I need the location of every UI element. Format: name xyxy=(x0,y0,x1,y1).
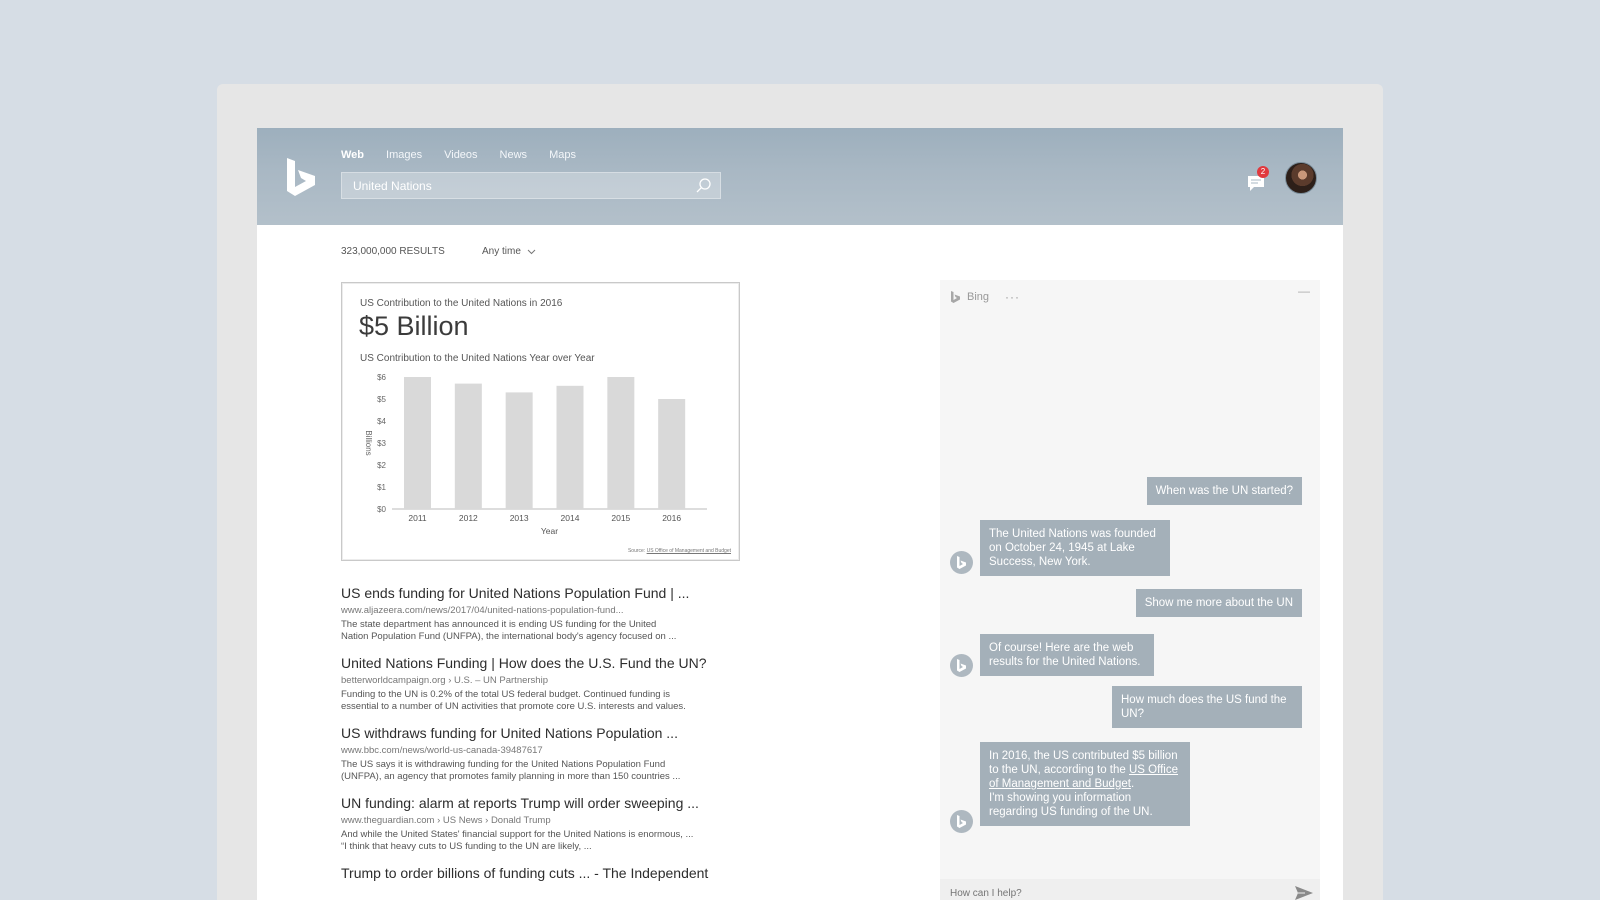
result-url: betterworldcampaign.org › U.S. – UN Part… xyxy=(341,675,548,686)
x-tick-label: 2014 xyxy=(561,513,580,523)
result-url: www.bbc.com/news/world-us-canada-3948761… xyxy=(341,745,543,756)
tab-images[interactable]: Images xyxy=(386,149,422,161)
user-message: How much does the US fund the UN? xyxy=(1112,686,1302,728)
y-tick-label: $3 xyxy=(377,439,386,448)
result-snippet-line: Nation Population Fund (UNFPA), the inte… xyxy=(341,631,677,642)
more-options-button[interactable]: ··· xyxy=(1005,290,1020,304)
tab-web[interactable]: Web xyxy=(341,149,364,161)
y-tick-label: $6 xyxy=(377,373,386,382)
result-snippet: Funding to the UN is 0.2% of the total U… xyxy=(341,689,761,713)
search-result: United Nations Funding | How does the U.… xyxy=(341,654,761,713)
chat-header: Bing ··· xyxy=(950,290,1020,304)
result-snippet: The US says it is withdrawing funding fo… xyxy=(341,759,761,783)
answer-card: US Contribution to the United Nations in… xyxy=(341,282,740,561)
x-tick-label: 2012 xyxy=(459,513,478,523)
y-tick-label: $2 xyxy=(377,461,386,470)
x-tick-label: 2013 xyxy=(510,513,529,523)
bing-logo-icon xyxy=(957,815,966,828)
bot-avatar xyxy=(950,810,973,833)
search-icon[interactable] xyxy=(695,177,712,194)
result-snippet: The state department has announced it is… xyxy=(341,619,761,643)
search-results-list: US ends funding for United Nations Popul… xyxy=(341,584,761,893)
tab-maps[interactable]: Maps xyxy=(549,149,576,161)
message-text: Of course! Here are the web results for … xyxy=(989,642,1141,668)
result-url: www.theguardian.com › US News › Donald T… xyxy=(341,815,551,826)
result-snippet-line: (UNFPA), an agency that promotes family … xyxy=(341,771,681,782)
bing-logo-icon xyxy=(957,659,966,672)
message-text: . xyxy=(1130,778,1135,790)
search-box xyxy=(341,172,721,199)
bing-logo-icon xyxy=(951,291,960,303)
result-title[interactable]: Trump to order billions of funding cuts … xyxy=(341,864,761,882)
send-icon[interactable] xyxy=(1294,885,1314,900)
chart-bar xyxy=(607,377,635,509)
result-title[interactable]: United Nations Funding | How does the U.… xyxy=(341,654,761,672)
search-result: US ends funding for United Nations Popul… xyxy=(341,584,761,643)
search-result: US withdraws funding for United Nations … xyxy=(341,724,761,783)
x-tick-label: 2015 xyxy=(611,513,630,523)
search-input[interactable] xyxy=(342,173,682,198)
header-bar: Web Images Videos News Maps 2 xyxy=(257,128,1343,225)
chart-bar xyxy=(404,377,431,509)
y-tick-label: $1 xyxy=(377,483,386,492)
bing-logo-icon xyxy=(957,556,966,569)
result-snippet-line: The US says it is withdrawing funding fo… xyxy=(341,759,666,770)
result-snippet: And while the United States' financial s… xyxy=(341,829,761,853)
bot-message: Of course! Here are the web results for … xyxy=(980,634,1154,676)
tab-videos[interactable]: Videos xyxy=(444,149,477,161)
user-message: When was the UN started? xyxy=(1146,477,1302,505)
message-text: The United Nations was founded on Octobe… xyxy=(989,528,1156,568)
y-tick-label: $0 xyxy=(377,505,386,514)
time-filter-dropdown[interactable]: Any time xyxy=(482,246,536,257)
search-result: Trump to order billions of funding cuts … xyxy=(341,864,761,882)
bot-message: The United Nations was founded on Octobe… xyxy=(980,520,1170,576)
message-text: Show me more about the UN xyxy=(1144,597,1293,609)
result-title[interactable]: US withdraws funding for United Nations … xyxy=(341,724,761,742)
result-snippet-line: The state department has announced it is… xyxy=(341,619,657,630)
bar-chart: $0 $1 $2 $3 $4 $5 $6 2011 2012 2013 2014 2015 2016 Ye… xyxy=(364,373,707,536)
user-message: Show me more about the UN xyxy=(1135,589,1302,617)
result-snippet-line: Funding to the UN is 0.2% of the total U… xyxy=(341,689,671,700)
chevron-down-icon xyxy=(527,249,536,254)
result-snippet-line: “I think that heavy cuts to US funding t… xyxy=(341,841,592,852)
tab-news[interactable]: News xyxy=(500,149,528,161)
chat-title: Bing xyxy=(967,291,990,303)
chart-bar xyxy=(454,383,482,509)
chart-source: Source: US Office of Management and Budg… xyxy=(628,548,731,554)
minimize-button[interactable]: — xyxy=(1298,284,1310,298)
chart-bar xyxy=(505,392,533,509)
result-title[interactable]: UN funding: alarm at reports Trump will … xyxy=(341,794,761,812)
source-link[interactable]: US Office of Management and Budget xyxy=(647,548,731,554)
y-axis-label: Billions xyxy=(364,430,373,455)
x-tick-label: 2011 xyxy=(408,513,427,523)
chart-bar xyxy=(658,399,686,509)
x-axis-label: Year xyxy=(541,526,558,536)
browser-window: Web Images Videos News Maps 2 323,000,00… xyxy=(257,128,1343,900)
nav-tabs: Web Images Videos News Maps xyxy=(341,149,598,161)
chat-input-bar xyxy=(940,879,1320,900)
result-snippet-line: essential to a number of UN activities t… xyxy=(341,701,686,712)
result-snippet-line: And while the United States' financial s… xyxy=(341,829,694,840)
message-text: How much does the US fund the UN? xyxy=(1121,694,1287,720)
message-text: When was the UN started? xyxy=(1155,485,1293,497)
chat-input[interactable] xyxy=(940,879,1280,900)
time-filter-label: Any time xyxy=(482,246,521,257)
message-text: I'm showing you information regarding US… xyxy=(989,792,1153,818)
chat-panel: Bing ··· — When was the UN started? The … xyxy=(940,280,1320,880)
bot-avatar xyxy=(950,551,973,574)
bot-avatar xyxy=(950,654,973,677)
x-tick-label: 2016 xyxy=(662,513,681,523)
source-prefix: Source: xyxy=(627,548,646,554)
results-count: 323,000,000 RESULTS xyxy=(341,246,445,257)
bing-logo-icon[interactable] xyxy=(285,156,317,198)
search-result: UN funding: alarm at reports Trump will … xyxy=(341,794,761,853)
result-title[interactable]: US ends funding for United Nations Popul… xyxy=(341,584,761,602)
notification-badge: 2 xyxy=(1257,166,1269,178)
y-tick-label: $5 xyxy=(377,395,386,404)
chart-bar xyxy=(556,385,584,509)
result-url: www.aljazeera.com/news/2017/04/united-na… xyxy=(341,605,624,616)
bot-message: In 2016, the US contributed $5 billion t… xyxy=(980,742,1190,826)
avatar[interactable] xyxy=(1285,162,1317,194)
y-tick-label: $4 xyxy=(377,417,386,426)
